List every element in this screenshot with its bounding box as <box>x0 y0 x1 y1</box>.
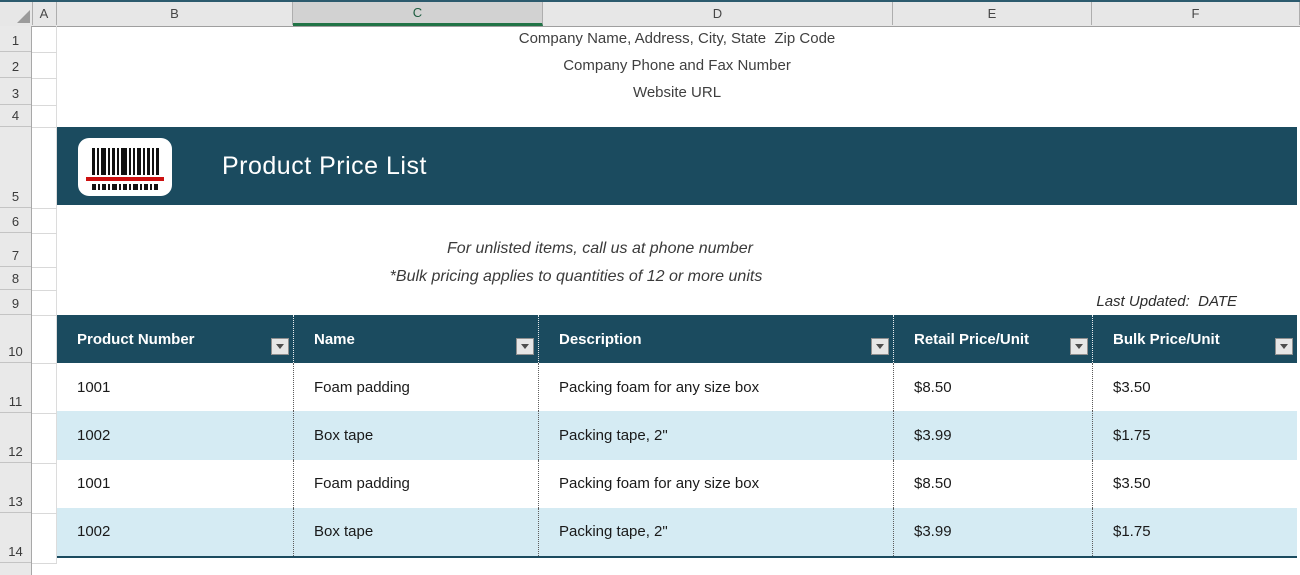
row-header-2[interactable]: 2 <box>0 52 31 78</box>
row-header-11[interactable]: 11 <box>0 363 31 413</box>
chevron-down-icon <box>521 344 529 349</box>
company-website-cell[interactable]: Website URL <box>57 84 1297 102</box>
cell-description[interactable]: Packing tape, 2" <box>538 507 893 556</box>
header-retail-price[interactable]: Retail Price/Unit <box>893 315 1092 363</box>
column-header-b[interactable]: B <box>57 2 293 25</box>
select-all-triangle-icon <box>17 10 30 23</box>
gridline <box>32 563 57 564</box>
header-bulk-price[interactable]: Bulk Price/Unit <box>1092 315 1297 363</box>
filter-dropdown-name[interactable] <box>516 338 534 355</box>
cell-product-number[interactable]: 1002 <box>57 508 293 556</box>
gridline <box>32 315 57 316</box>
row-header-3[interactable]: 3 <box>0 78 31 105</box>
cell-bulk-price[interactable]: $1.75 <box>1092 507 1297 556</box>
column-header-f[interactable]: F <box>1092 2 1300 25</box>
table-row: 1002 Box tape Packing tape, 2" $3.99 $1.… <box>57 411 1297 460</box>
header-name[interactable]: Name <box>293 315 538 363</box>
gridline <box>32 463 57 464</box>
row-header-4[interactable]: 4 <box>0 105 31 127</box>
cell-description[interactable]: Packing foam for any size box <box>538 363 893 412</box>
gridline <box>32 105 57 106</box>
row-header-13[interactable]: 13 <box>0 463 31 513</box>
row-header-8[interactable]: 8 <box>0 267 31 290</box>
gridline <box>32 127 57 128</box>
table-row: 1002 Box tape Packing tape, 2" $3.99 $1.… <box>57 507 1297 556</box>
filter-dropdown-description[interactable] <box>871 338 889 355</box>
unlisted-items-note-cell[interactable]: For unlisted items, call us at phone num… <box>447 240 753 258</box>
cell-name[interactable]: Box tape <box>293 411 538 460</box>
company-address-cell[interactable]: Company Name, Address, City, State Zip C… <box>57 30 1297 48</box>
table-row: 1001 Foam padding Packing foam for any s… <box>57 459 1297 508</box>
filter-dropdown-retail-price[interactable] <box>1070 338 1088 355</box>
column-header-a[interactable]: A <box>32 2 57 25</box>
gridline <box>32 208 57 209</box>
gridline <box>32 52 57 53</box>
cell-retail-price[interactable]: $8.50 <box>893 459 1092 508</box>
last-updated-cell[interactable]: Last Updated: DATE <box>57 293 1297 310</box>
column-header-bar: A B C D E F <box>0 2 1300 27</box>
chevron-down-icon <box>876 344 884 349</box>
select-all-corner[interactable] <box>0 2 33 25</box>
cell-retail-price[interactable]: $8.50 <box>893 363 1092 412</box>
gridline <box>32 413 57 414</box>
scanner-line <box>86 177 164 181</box>
row-header-bar: 1 2 3 4 5 6 7 8 9 10 11 12 13 14 <box>0 26 32 575</box>
header-label: Bulk Price/Unit <box>1113 330 1220 348</box>
page-title: Product Price List <box>222 151 427 180</box>
cell-bulk-price[interactable]: $1.75 <box>1092 411 1297 460</box>
header-label: Description <box>559 330 642 348</box>
price-list-table: Product Number Name Description Retail P… <box>57 315 1297 558</box>
header-description[interactable]: Description <box>538 315 893 363</box>
excel-worksheet: A B C D E F 1 2 3 4 5 6 7 8 9 10 11 12 1… <box>0 0 1300 575</box>
gridline <box>32 513 57 514</box>
filter-dropdown-bulk-price[interactable] <box>1275 338 1293 355</box>
cell-bulk-price[interactable]: $3.50 <box>1092 363 1297 412</box>
cell-name[interactable]: Foam padding <box>293 459 538 508</box>
gridline <box>32 363 57 364</box>
gridline <box>32 267 57 268</box>
company-phone-cell[interactable]: Company Phone and Fax Number <box>57 57 1297 75</box>
chevron-down-icon <box>1075 344 1083 349</box>
header-label: Product Number <box>77 330 195 348</box>
row-header-6[interactable]: 6 <box>0 208 31 233</box>
gridline <box>32 78 57 79</box>
header-product-number[interactable]: Product Number <box>57 315 293 363</box>
filter-dropdown-product-number[interactable] <box>271 338 289 355</box>
chevron-down-icon <box>1280 344 1288 349</box>
cell-product-number[interactable]: 1001 <box>57 460 293 508</box>
row-header-12[interactable]: 12 <box>0 413 31 463</box>
bulk-pricing-note-cell[interactable]: *Bulk pricing applies to quantities of 1… <box>390 268 763 286</box>
row-header-7[interactable]: 7 <box>0 233 31 267</box>
column-header-d[interactable]: D <box>543 2 893 25</box>
cell-description[interactable]: Packing tape, 2" <box>538 411 893 460</box>
cell-product-number[interactable]: 1001 <box>57 363 293 411</box>
row-header-14[interactable]: 14 <box>0 513 31 563</box>
row-header-5[interactable]: 5 <box>0 127 31 208</box>
row-header-1[interactable]: 1 <box>0 26 31 52</box>
header-label: Retail Price/Unit <box>914 330 1030 348</box>
barcode-icon <box>78 138 172 201</box>
cell-bulk-price[interactable]: $3.50 <box>1092 459 1297 508</box>
gridline <box>32 233 57 234</box>
cell-name[interactable]: Foam padding <box>293 363 538 412</box>
cell-description[interactable]: Packing foam for any size box <box>538 459 893 508</box>
header-label: Name <box>314 330 355 348</box>
title-banner: Product Price List <box>57 127 1297 205</box>
chevron-down-icon <box>276 344 284 349</box>
cell-product-number[interactable]: 1002 <box>57 411 293 459</box>
cell-retail-price[interactable]: $3.99 <box>893 411 1092 460</box>
gridline <box>32 290 57 291</box>
cell-retail-price[interactable]: $3.99 <box>893 507 1092 556</box>
row-header-9[interactable]: 9 <box>0 290 31 315</box>
table-row: 1001 Foam padding Packing foam for any s… <box>57 363 1297 412</box>
column-header-e[interactable]: E <box>893 2 1092 25</box>
table-header-row: Product Number Name Description Retail P… <box>57 315 1297 363</box>
cell-name[interactable]: Box tape <box>293 507 538 556</box>
row-header-10[interactable]: 10 <box>0 315 31 363</box>
column-header-c-selected[interactable]: C <box>293 2 543 26</box>
